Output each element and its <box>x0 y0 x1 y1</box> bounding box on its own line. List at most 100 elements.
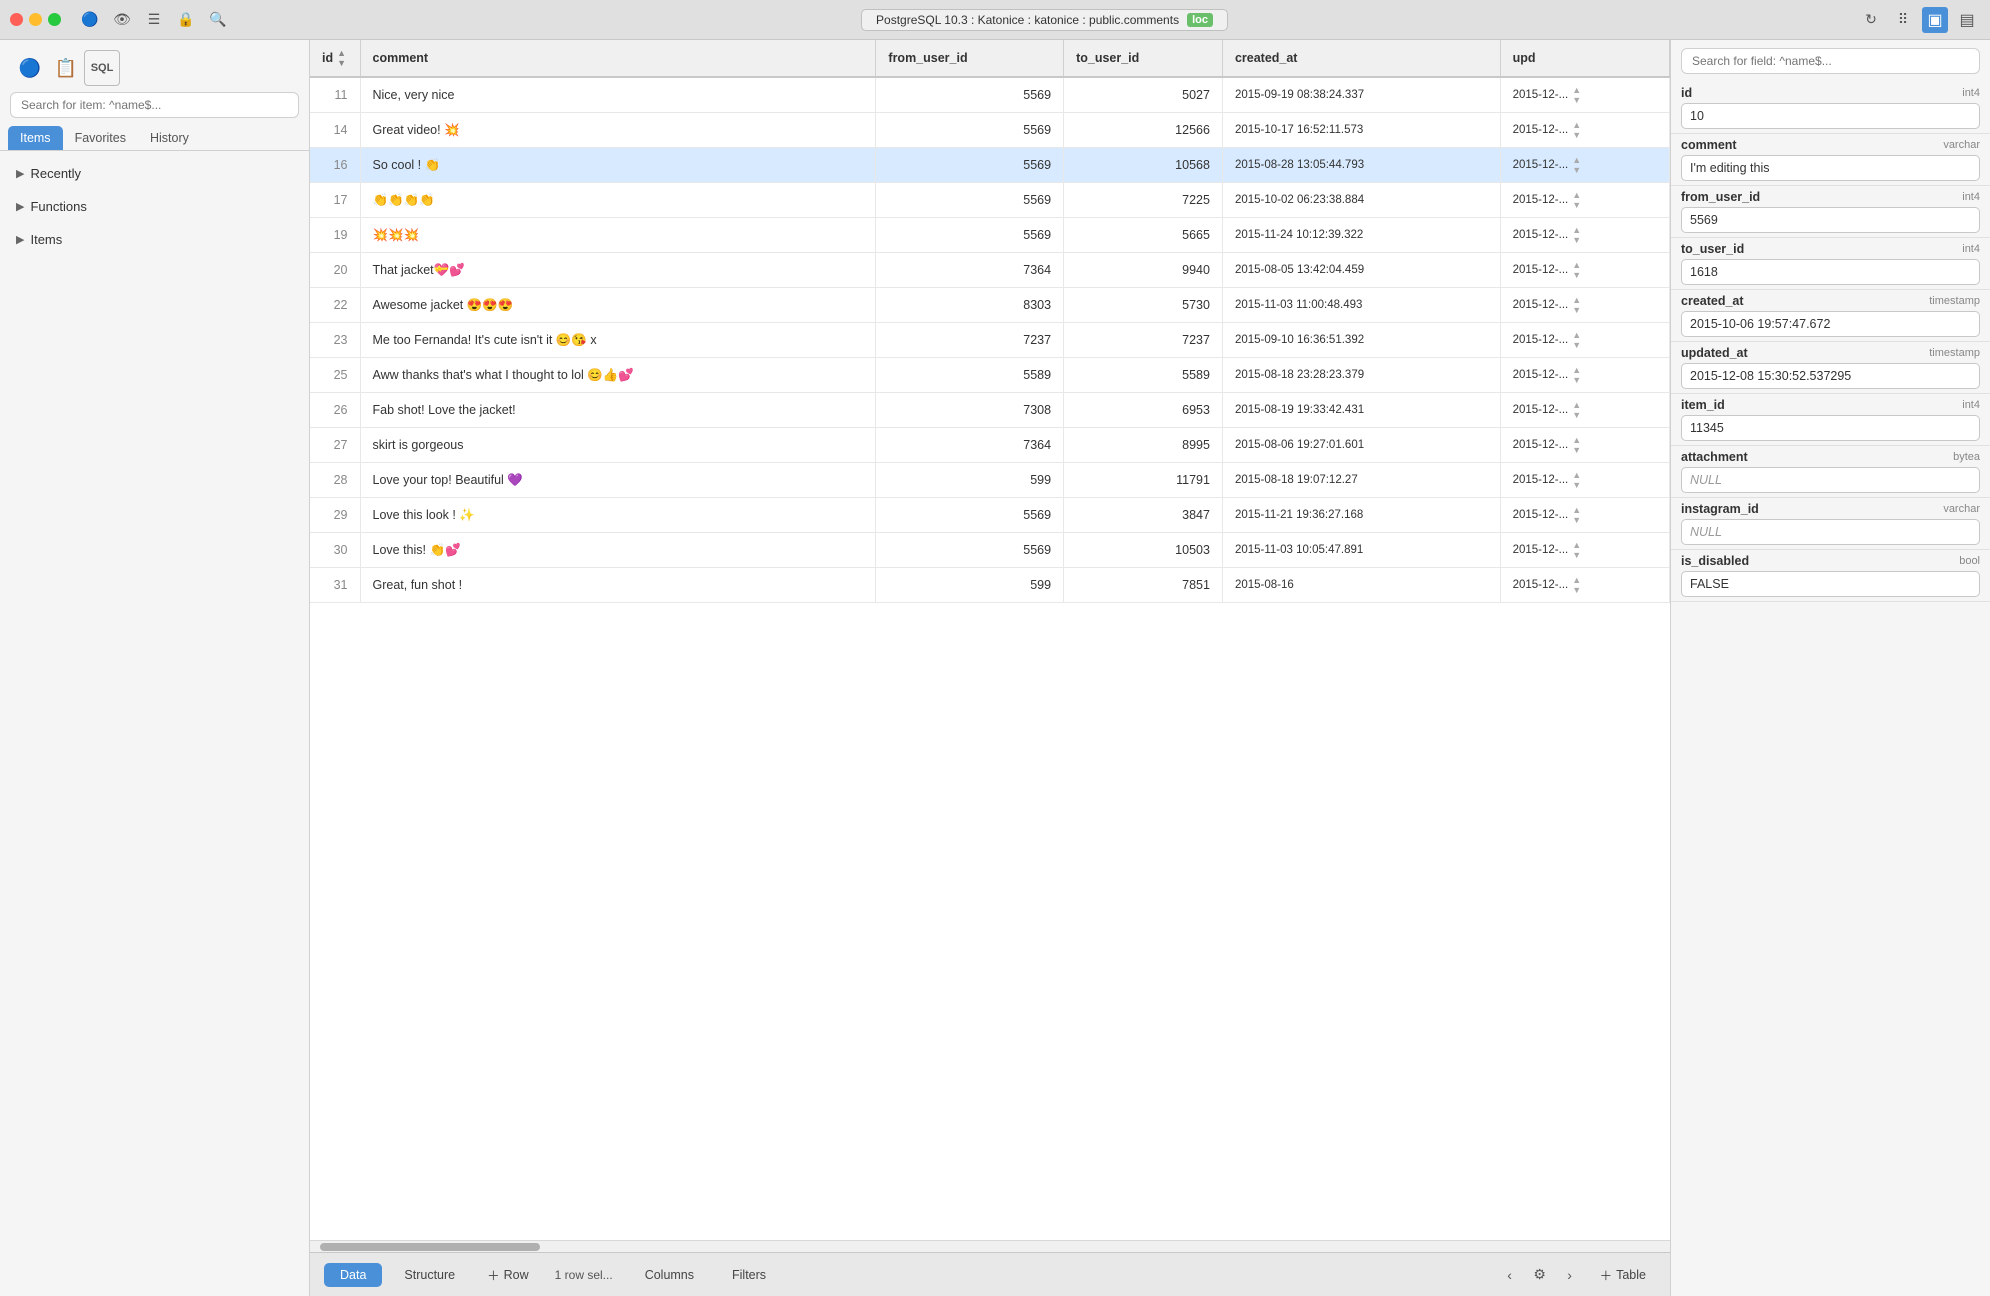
sort-id-icon[interactable]: ▲▼ <box>337 48 346 68</box>
col-header-created-at[interactable]: created_at <box>1222 40 1500 77</box>
layout-left-icon[interactable]: ▣ <box>1922 7 1948 33</box>
sidebar-search-input[interactable] <box>10 92 299 118</box>
sidebar-tab-favorites[interactable]: Favorites <box>63 126 138 150</box>
tab-filters[interactable]: Filters <box>716 1263 782 1287</box>
add-table-button[interactable]: ＋ Table <box>1590 1261 1656 1288</box>
sidebar-section-header-recently[interactable]: ▶ Recently <box>8 160 301 187</box>
sort-row-arrows[interactable]: ▲▼ <box>1572 330 1581 350</box>
cell-created-at: 2015-09-10 16:36:51.392 <box>1222 323 1500 358</box>
sort-row-arrows[interactable]: ▲▼ <box>1572 155 1581 175</box>
sort-row-arrows[interactable]: ▲▼ <box>1572 295 1581 315</box>
field-input-created_at[interactable]: 2015-10-06 19:57:47.672 <box>1681 311 1980 337</box>
sort-row-arrows[interactable]: ▲▼ <box>1572 540 1581 560</box>
sort-row-arrows[interactable]: ▲▼ <box>1572 575 1581 595</box>
table-row[interactable]: 29Love this look ! ✨556938472015-11-21 1… <box>310 498 1670 533</box>
sort-row-arrows[interactable]: ▲▼ <box>1572 365 1581 385</box>
field-search-input[interactable] <box>1681 48 1980 74</box>
main-area: 🔵 📋 SQL Items Favorites History ▶ Recent… <box>0 40 1990 1296</box>
field-input-comment[interactable]: I'm editing this <box>1681 155 1980 181</box>
sort-row-arrows[interactable]: ▲▼ <box>1572 470 1581 490</box>
tab-columns[interactable]: Columns <box>629 1263 710 1287</box>
table-row[interactable]: 30Love this! 👏💕5569105032015-11-03 10:05… <box>310 533 1670 568</box>
tab-data[interactable]: Data <box>324 1263 382 1287</box>
sort-row-arrows[interactable]: ▲▼ <box>1572 435 1581 455</box>
sidebar: 🔵 📋 SQL Items Favorites History ▶ Recent… <box>0 40 310 1296</box>
table-row[interactable]: 23Me too Fernanda! It's cute isn't it 😊😘… <box>310 323 1670 358</box>
field-input-attachment[interactable]: NULL <box>1681 467 1980 493</box>
col-header-upd[interactable]: upd <box>1500 40 1669 77</box>
nav-prev-icon[interactable]: ‹ <box>1496 1261 1524 1289</box>
eye-icon[interactable]: 👁 <box>109 7 135 33</box>
table-inner[interactable]: id ▲▼ comment from_user_id to_user_id cr… <box>310 40 1670 1240</box>
table-row[interactable]: 11Nice, very nice556950272015-09-19 08:3… <box>310 77 1670 113</box>
sort-row-arrows[interactable]: ▲▼ <box>1572 190 1581 210</box>
horizontal-scrollbar[interactable] <box>310 1240 1670 1252</box>
cell-comment: Love this! 👏💕 <box>360 533 876 568</box>
sidebar-sql-icon[interactable]: SQL <box>84 50 120 86</box>
sort-row-arrows[interactable]: ▲▼ <box>1572 260 1581 280</box>
sidebar-db-icon[interactable]: 🔵 <box>12 50 48 86</box>
settings-icon[interactable]: ⚙ <box>1526 1261 1554 1289</box>
sort-row-arrows[interactable]: ▲▼ <box>1572 505 1581 525</box>
scroll-thumb[interactable] <box>320 1243 540 1251</box>
tab-structure[interactable]: Structure <box>388 1263 471 1287</box>
field-input-item_id[interactable]: 11345 <box>1681 415 1980 441</box>
connection-text: PostgreSQL 10.3 : Katonice : katonice : … <box>876 13 1179 27</box>
sidebar-section-header-items[interactable]: ▶ Items <box>8 226 301 253</box>
table-row[interactable]: 14Great video! 💥5569125662015-10-17 16:5… <box>310 113 1670 148</box>
maximize-button[interactable] <box>48 13 61 26</box>
layout-right-icon[interactable]: ▤ <box>1954 7 1980 33</box>
table-row[interactable]: 27skirt is gorgeous736489952015-08-06 19… <box>310 428 1670 463</box>
sidebar-tab-history[interactable]: History <box>138 126 201 150</box>
cell-created-at: 2015-11-24 10:12:39.322 <box>1222 218 1500 253</box>
grid-icon[interactable]: ⠿ <box>1890 7 1916 33</box>
sidebar-table-icon[interactable]: 📋 <box>48 50 84 86</box>
field-input-from_user_id[interactable]: 5569 <box>1681 207 1980 233</box>
sidebar-section-header-functions[interactable]: ▶ Functions <box>8 193 301 220</box>
col-header-to-user-id[interactable]: to_user_id <box>1064 40 1223 77</box>
table-row[interactable]: 25Aww thanks that's what I thought to lo… <box>310 358 1670 393</box>
refresh-icon[interactable]: ↻ <box>1858 7 1884 33</box>
lock-icon[interactable]: 🔒 <box>173 7 199 33</box>
field-input-wrapper-is_disabled: FALSE <box>1681 571 1980 597</box>
table-header-row: id ▲▼ comment from_user_id to_user_id cr… <box>310 40 1670 77</box>
table-row[interactable]: 17👏👏👏👏556972252015-10-02 06:23:38.884201… <box>310 183 1670 218</box>
table-row[interactable]: 28Love your top! Beautiful 💜599117912015… <box>310 463 1670 498</box>
field-input-wrapper-id: 10 <box>1681 103 1980 129</box>
field-input-id[interactable]: 10 <box>1681 103 1980 129</box>
cell-to-user-id: 10568 <box>1064 148 1223 183</box>
sort-row-arrows[interactable]: ▲▼ <box>1572 225 1581 245</box>
col-header-id[interactable]: id ▲▼ <box>310 40 360 77</box>
minimize-button[interactable] <box>29 13 42 26</box>
list-icon[interactable]: ☰ <box>141 7 167 33</box>
field-input-instagram_id[interactable]: NULL <box>1681 519 1980 545</box>
nav-next-icon[interactable]: › <box>1556 1261 1584 1289</box>
sort-row-arrows[interactable]: ▲▼ <box>1572 120 1581 140</box>
cell-to-user-id: 5589 <box>1064 358 1223 393</box>
cell-comment: skirt is gorgeous <box>360 428 876 463</box>
table-row[interactable]: 26Fab shot! Love the jacket!730869532015… <box>310 393 1670 428</box>
table-row[interactable]: 20That jacket💝💕736499402015-08-05 13:42:… <box>310 253 1670 288</box>
field-input-to_user_id[interactable]: 1618 <box>1681 259 1980 285</box>
col-header-from-user-id[interactable]: from_user_id <box>876 40 1064 77</box>
sort-row-arrows[interactable]: ▲▼ <box>1572 400 1581 420</box>
cell-upd: 2015-12-...▲▼ <box>1501 393 1670 427</box>
table-row[interactable]: 19💥💥💥556956652015-11-24 10:12:39.3222015… <box>310 218 1670 253</box>
table-row[interactable]: 31Great, fun shot !59978512015-08-162015… <box>310 568 1670 603</box>
search-icon[interactable]: 🔍 <box>205 7 231 33</box>
table-row[interactable]: 16So cool ! 👏5569105682015-08-28 13:05:4… <box>310 148 1670 183</box>
add-row-button[interactable]: ＋ Row <box>477 1261 539 1288</box>
field-input-is_disabled[interactable]: FALSE <box>1681 571 1980 597</box>
selection-info[interactable]: 1 row sel... <box>545 1264 623 1286</box>
cell-upd: 2015-12-...▲▼ <box>1501 323 1670 357</box>
close-button[interactable] <box>10 13 23 26</box>
database-icon[interactable]: 🔵 <box>77 7 103 33</box>
field-header-id: idint4 <box>1681 86 1980 100</box>
field-header-item_id: item_idint4 <box>1681 398 1980 412</box>
table-row[interactable]: 22Awesome jacket 😍😍😍830357302015-11-03 1… <box>310 288 1670 323</box>
cell-id: 31 <box>310 568 360 603</box>
sidebar-tab-items[interactable]: Items <box>8 126 63 150</box>
field-input-updated_at[interactable]: 2015-12-08 15:30:52.537295 <box>1681 363 1980 389</box>
sort-row-arrows[interactable]: ▲▼ <box>1572 85 1581 105</box>
col-header-comment[interactable]: comment <box>360 40 876 77</box>
